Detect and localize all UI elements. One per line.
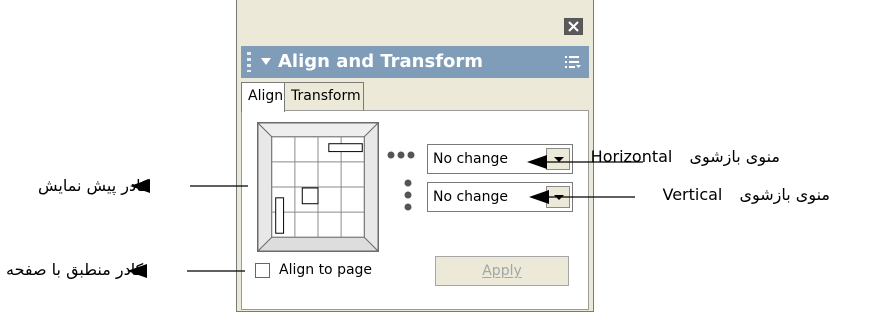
panel-top-bar [237,0,593,40]
align-to-page-annotation: کادر منطبق با صفحه [6,260,144,279]
horizontal-annotation-label: Horizontal [590,147,673,166]
apply-button-label: Apply [482,263,522,279]
vertical-annotation-label: Vertical [662,185,723,204]
panel-title: Align and Transform [278,51,484,72]
align-to-page-label: Align to page [279,262,373,278]
tab-align-label: Align [248,88,284,104]
vertical-annotation-text: منوی بازشوی [739,185,830,204]
close-button[interactable] [564,18,583,35]
drag-grip[interactable] [247,52,251,72]
preview-frame-arrow [130,179,248,193]
menu-lines-icon[interactable] [565,55,581,69]
apply-button[interactable]: Apply [435,256,569,286]
horizontal-align-value: No change [433,151,509,167]
tab-align[interactable]: Align [241,82,285,112]
panel-title-bar[interactable]: Align and Transform [241,46,589,78]
align-to-page-arrow [127,264,245,278]
preview-grid[interactable] [257,122,379,252]
vertical-align-value: No change [433,189,509,205]
preview-frame-annotation: کادر پیش نمایش [38,176,149,195]
three-dots-horizontal-icon [387,151,415,159]
close-icon [565,19,582,34]
triangle-down-icon[interactable] [261,58,271,65]
vertical-menu-annotation: Vertical منوی بازشوی [662,185,830,204]
tab-transform[interactable]: Transform [284,82,364,110]
horizontal-menu-annotation: Horizontal منوی بازشوی [591,147,780,166]
three-dots-vertical-icon [404,179,412,211]
horizontal-annotation-text: منوی بازشوی [689,147,780,166]
vertical-menu-arrow [529,190,635,204]
tab-transform-label: Transform [291,88,361,104]
